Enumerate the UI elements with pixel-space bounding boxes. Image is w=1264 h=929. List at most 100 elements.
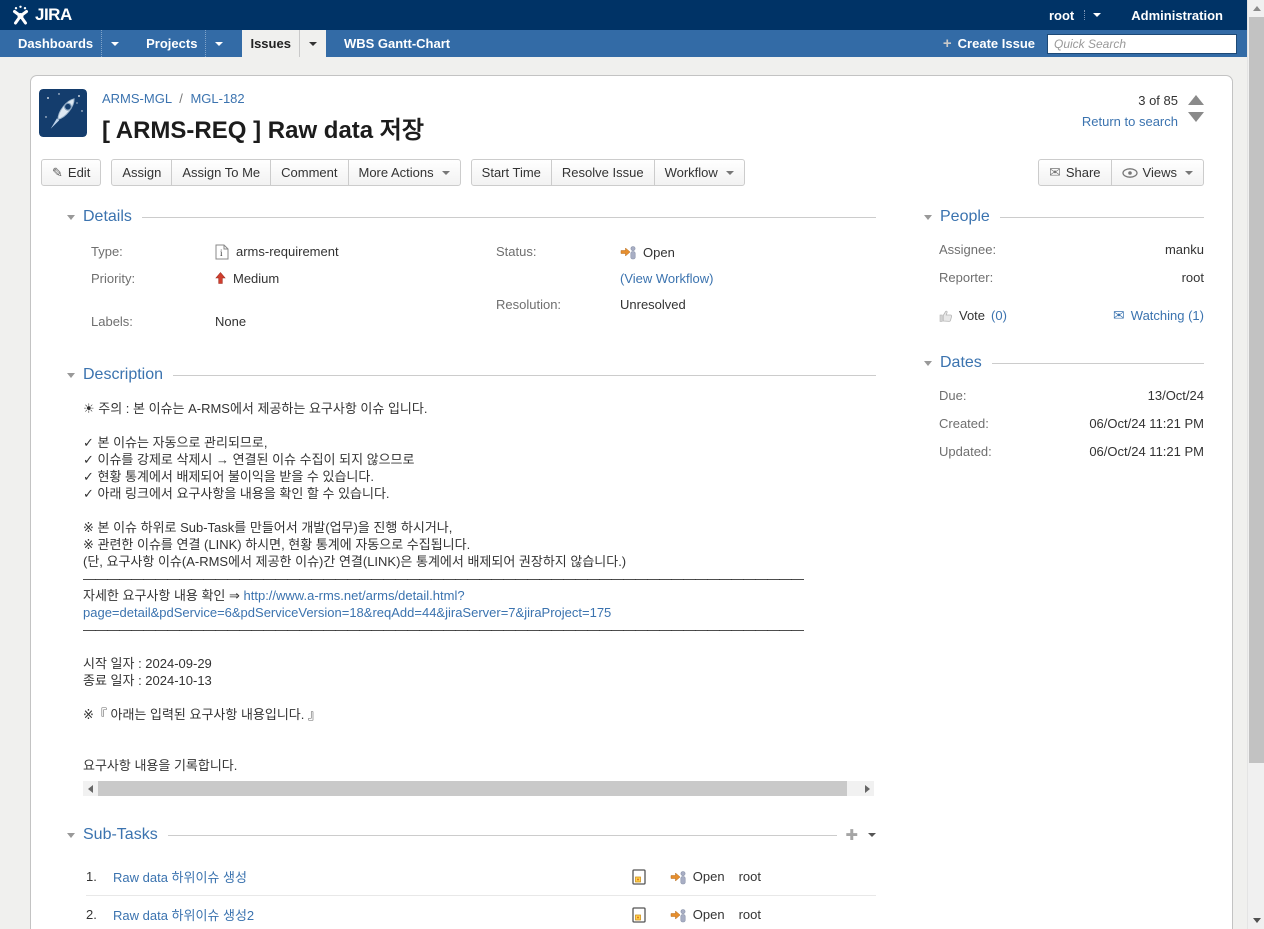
eye-icon bbox=[1122, 168, 1138, 178]
status-open-icon bbox=[670, 907, 687, 923]
updated-value: 06/Oct/24 11:21 PM bbox=[1089, 444, 1204, 459]
priority-medium-icon bbox=[215, 271, 226, 285]
description-horizontal-scrollbar[interactable] bbox=[83, 781, 874, 796]
chevron-down-icon bbox=[442, 171, 450, 175]
requirement-detail-link-continued[interactable]: page=detail&pdService=6&pdServiceVersion… bbox=[83, 605, 611, 620]
more-actions-label: More Actions bbox=[359, 165, 434, 180]
priority-label: Priority: bbox=[91, 271, 215, 286]
resolve-issue-button[interactable]: Resolve Issue bbox=[551, 159, 655, 186]
type-value: arms-requirement bbox=[236, 244, 339, 259]
create-issue-button[interactable]: + Create Issue bbox=[943, 35, 1035, 52]
description-section: Description ☀ 주의 : 본 이슈는 A-RMS에서 제공하는 요구… bbox=[67, 366, 876, 796]
more-actions-button[interactable]: More Actions bbox=[348, 159, 461, 186]
subtask-reporter: root bbox=[739, 869, 761, 884]
description-text: ☀ 주의 : 본 이슈는 A-RMS에서 제공하는 요구사항 이슈 입니다. ✓… bbox=[67, 400, 860, 796]
labels-value: None bbox=[215, 314, 246, 329]
chevron-down-icon bbox=[215, 42, 223, 46]
user-menu[interactable]: root bbox=[1049, 8, 1074, 23]
chevron-down-icon bbox=[111, 42, 119, 46]
user-menu-caret[interactable] bbox=[1084, 10, 1109, 20]
subtasks-options-icon[interactable] bbox=[868, 833, 876, 837]
project-avatar[interactable] bbox=[39, 89, 87, 137]
section-divider bbox=[173, 375, 876, 376]
quick-search-input[interactable] bbox=[1047, 34, 1237, 54]
requirement-detail-link[interactable]: http://www.a-rms.net/arms/detail.html? bbox=[244, 588, 465, 603]
workflow-button[interactable]: Workflow bbox=[654, 159, 745, 186]
application-window: JIRA root Administration Dashboards Proj… bbox=[0, 0, 1247, 929]
views-button[interactable]: Views bbox=[1111, 159, 1204, 186]
reporter-label: Reporter: bbox=[939, 270, 993, 285]
next-issue-icon[interactable] bbox=[1188, 112, 1204, 122]
section-divider bbox=[142, 217, 876, 218]
share-button[interactable]: ✉ Share bbox=[1038, 159, 1111, 186]
chevron-down-icon bbox=[1185, 171, 1193, 175]
subtask-type-icon bbox=[632, 869, 646, 885]
subtask-title-link[interactable]: Raw data 하위이슈 생성2 bbox=[113, 905, 254, 924]
watch-icon: ✉ bbox=[1113, 307, 1125, 324]
nav-projects-caret[interactable] bbox=[205, 30, 232, 57]
details-section: Details Type: i bbox=[67, 208, 876, 340]
comment-button[interactable]: Comment bbox=[270, 159, 348, 186]
collapse-subtasks-icon[interactable] bbox=[67, 833, 75, 838]
administration-link[interactable]: Administration bbox=[1131, 8, 1223, 23]
breadcrumb-project-link[interactable]: ARMS-MGL bbox=[102, 91, 172, 106]
edit-label: Edit bbox=[68, 165, 90, 180]
scroll-right-icon[interactable] bbox=[860, 781, 874, 796]
resolution-label: Resolution: bbox=[496, 297, 620, 312]
details-heading: Details bbox=[83, 208, 132, 226]
vertical-scrollbar[interactable] bbox=[1247, 0, 1264, 929]
views-label: Views bbox=[1143, 165, 1177, 180]
assign-button[interactable]: Assign bbox=[111, 159, 172, 186]
issue-header: ARMS-MGL / MGL-182 [ ARMS-REQ ] Raw data… bbox=[39, 89, 1204, 145]
status-open-icon bbox=[670, 869, 687, 885]
logo-text: JIRA bbox=[35, 5, 72, 25]
subtask-reporter: root bbox=[739, 907, 761, 922]
reporter-value: root bbox=[1182, 270, 1204, 285]
assign-to-me-button[interactable]: Assign To Me bbox=[171, 159, 271, 186]
view-workflow-link[interactable]: (View Workflow) bbox=[620, 271, 713, 286]
subtasks-heading: Sub-Tasks bbox=[83, 826, 158, 844]
issue-toolbar: ✎ Edit Assign Assign To Me Comment More … bbox=[39, 159, 1204, 186]
assignee-value: manku bbox=[1165, 242, 1204, 257]
horizontal-scrollbar-thumb[interactable] bbox=[98, 781, 847, 796]
scroll-left-icon[interactable] bbox=[83, 781, 97, 796]
nav-issues[interactable]: Issues bbox=[242, 30, 298, 57]
previous-issue-icon[interactable] bbox=[1188, 95, 1204, 105]
edit-button[interactable]: ✎ Edit bbox=[41, 159, 101, 186]
collapse-dates-icon[interactable] bbox=[924, 361, 932, 366]
add-subtask-icon[interactable]: ✚ bbox=[845, 828, 858, 843]
jira-logo[interactable]: JIRA bbox=[10, 5, 72, 26]
create-issue-label: Create Issue bbox=[958, 36, 1035, 51]
vertical-scrollbar-thumb[interactable] bbox=[1249, 17, 1264, 763]
section-divider bbox=[168, 835, 838, 836]
pager-count: 3 of 85 bbox=[1082, 93, 1178, 108]
collapse-people-icon[interactable] bbox=[924, 215, 932, 220]
vote-button[interactable]: Vote (0) bbox=[939, 308, 1007, 323]
nav-projects[interactable]: Projects bbox=[138, 30, 205, 57]
subtask-status: Open bbox=[693, 869, 725, 884]
chevron-down-icon bbox=[1093, 13, 1101, 17]
subtask-row: 2. Raw data 하위이슈 생성2 bbox=[86, 896, 876, 929]
vote-label: Vote bbox=[959, 308, 985, 323]
issue-title: [ ARMS-REQ ] Raw data 저장 bbox=[102, 110, 424, 145]
start-time-button[interactable]: Start Time bbox=[471, 159, 552, 186]
type-label: Type: bbox=[91, 244, 215, 260]
nav-dashboards-caret[interactable] bbox=[101, 30, 128, 57]
scroll-up-icon[interactable] bbox=[1248, 0, 1264, 17]
nav-issues-caret[interactable] bbox=[299, 30, 326, 57]
watching-label: Watching (1) bbox=[1131, 308, 1204, 323]
vote-count: (0) bbox=[991, 308, 1007, 323]
people-heading: People bbox=[940, 208, 990, 226]
return-to-search-link[interactable]: Return to search bbox=[1082, 114, 1178, 129]
dash-separator: ————————————————————————————————————————… bbox=[83, 621, 860, 638]
breadcrumb-issue-key-link[interactable]: MGL-182 bbox=[190, 91, 244, 106]
watching-button[interactable]: ✉ Watching (1) bbox=[1113, 307, 1204, 324]
collapse-details-icon[interactable] bbox=[67, 215, 75, 220]
nav-dashboards[interactable]: Dashboards bbox=[10, 30, 101, 57]
assignee-label: Assignee: bbox=[939, 242, 996, 257]
collapse-description-icon[interactable] bbox=[67, 373, 75, 378]
nav-wbs-gantt-chart[interactable]: WBS Gantt-Chart bbox=[336, 30, 458, 57]
subtask-title-link[interactable]: Raw data 하위이슈 생성 bbox=[113, 867, 247, 886]
scroll-down-icon[interactable] bbox=[1248, 912, 1264, 929]
dates-section: Dates Due: 13/Oct/24 Created: 06/Oct/24 … bbox=[924, 354, 1204, 459]
